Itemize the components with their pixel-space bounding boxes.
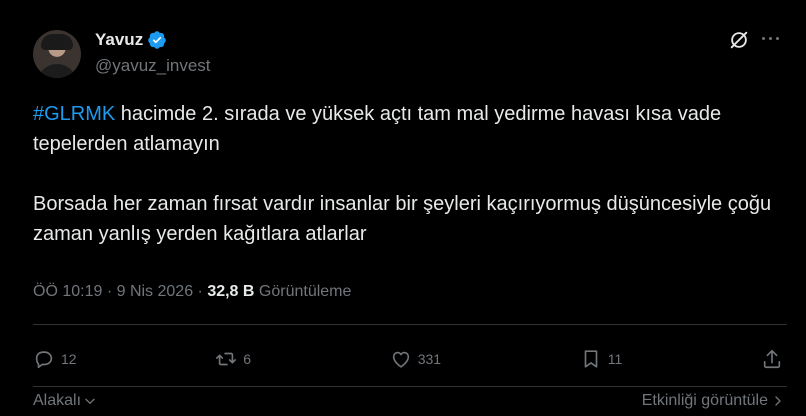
avatar-body	[37, 64, 77, 78]
like-count: 331	[417, 351, 442, 367]
avatar-hair	[41, 34, 73, 50]
more-dot	[762, 37, 765, 40]
like-button[interactable]: 331	[390, 348, 441, 370]
tweet-line1-text: hacimde 2. sırada ve yüksek açtı tam mal…	[33, 103, 722, 155]
activity-label: Etkinliği görüntüle	[641, 392, 768, 409]
reply-count: 12	[61, 351, 77, 367]
more-dot	[776, 37, 779, 40]
action-bar: 12 6 331 11	[33, 344, 783, 374]
hashtag-link[interactable]: #GLRMK	[33, 103, 115, 125]
more-icon[interactable]	[762, 37, 784, 43]
bookmark-count: 11	[607, 351, 623, 367]
divider-top	[33, 324, 787, 325]
related-dropdown[interactable]: Alakalı	[33, 392, 97, 410]
repost-button[interactable]: 6	[215, 348, 251, 370]
author-name-text: Yavuz	[95, 30, 144, 49]
tweet-text: #GLRMK hacimde 2. sırada ve yüksek açtı …	[33, 99, 793, 249]
meta-separator: ·	[102, 283, 117, 300]
verified-badge-icon	[148, 31, 166, 49]
meta-separator: ·	[193, 283, 208, 300]
author-handle[interactable]: @yavuz_invest	[95, 56, 211, 76]
share-button[interactable]	[761, 348, 783, 370]
reply-button[interactable]: 12	[33, 348, 77, 370]
repost-icon	[216, 352, 237, 366]
grok-icon[interactable]	[728, 29, 750, 51]
tweet-paragraph-2: Borsada her zaman fırsat vardır insanlar…	[33, 193, 772, 245]
more-dot	[769, 37, 772, 40]
related-label: Alakalı	[33, 392, 82, 409]
repost-count: 6	[243, 351, 252, 367]
heart-icon	[392, 351, 409, 368]
tweet-time[interactable]: ÖÖ 10:19	[33, 283, 102, 300]
views-label: Görüntüleme	[254, 283, 352, 300]
reply-icon	[35, 351, 53, 369]
bookmark-icon	[584, 350, 598, 368]
views-count: 32,8 B	[207, 283, 255, 300]
chevron-right-icon	[775, 396, 781, 406]
tweet-date[interactable]: 9 Nis 2026	[117, 283, 194, 300]
author-display-name[interactable]: Yavuz	[95, 30, 167, 50]
view-activity-link[interactable]: Etkinliği görüntüle	[642, 392, 784, 410]
bookmark-button[interactable]: 11	[580, 348, 623, 370]
avatar[interactable]	[33, 30, 81, 78]
tweet-paragraph-1: #GLRMK hacimde 2. sırada ve yüksek açtı …	[33, 99, 793, 159]
chevron-down-icon	[85, 398, 95, 404]
divider-bottom	[33, 386, 787, 387]
tweet-meta: ÖÖ 10:19 · 9 Nis 2026 · 32,8 B Görüntüle…	[33, 283, 351, 301]
share-icon	[763, 349, 781, 369]
